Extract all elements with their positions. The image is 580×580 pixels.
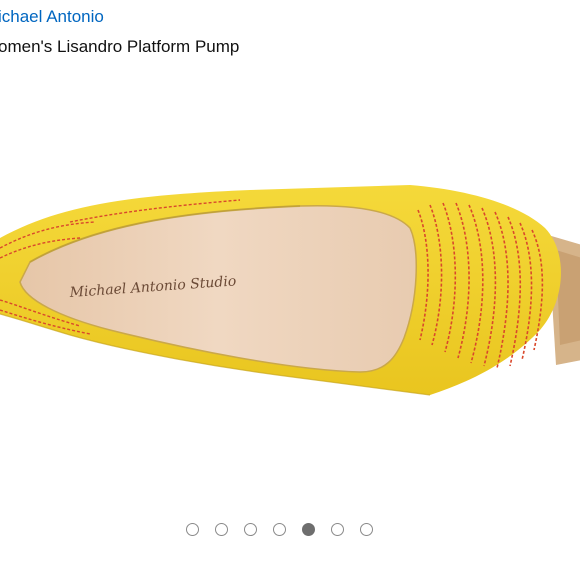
carousel-indicator [186,523,373,537]
carousel-dot[interactable] [331,523,344,536]
carousel-dot[interactable] [215,523,228,536]
carousel-dot[interactable] [186,523,199,536]
product-page: ichael Antonio omen's Lisandro Platform … [0,0,580,580]
carousel-dot-active[interactable] [302,523,315,536]
product-title: omen's Lisandro Platform Pump [0,37,240,56]
carousel-dot[interactable] [244,523,257,536]
carousel-dot[interactable] [273,523,286,536]
product-image[interactable]: Michael Antonio Studio [0,150,580,450]
brand-link[interactable]: ichael Antonio [0,6,104,28]
carousel-dot[interactable] [360,523,373,536]
